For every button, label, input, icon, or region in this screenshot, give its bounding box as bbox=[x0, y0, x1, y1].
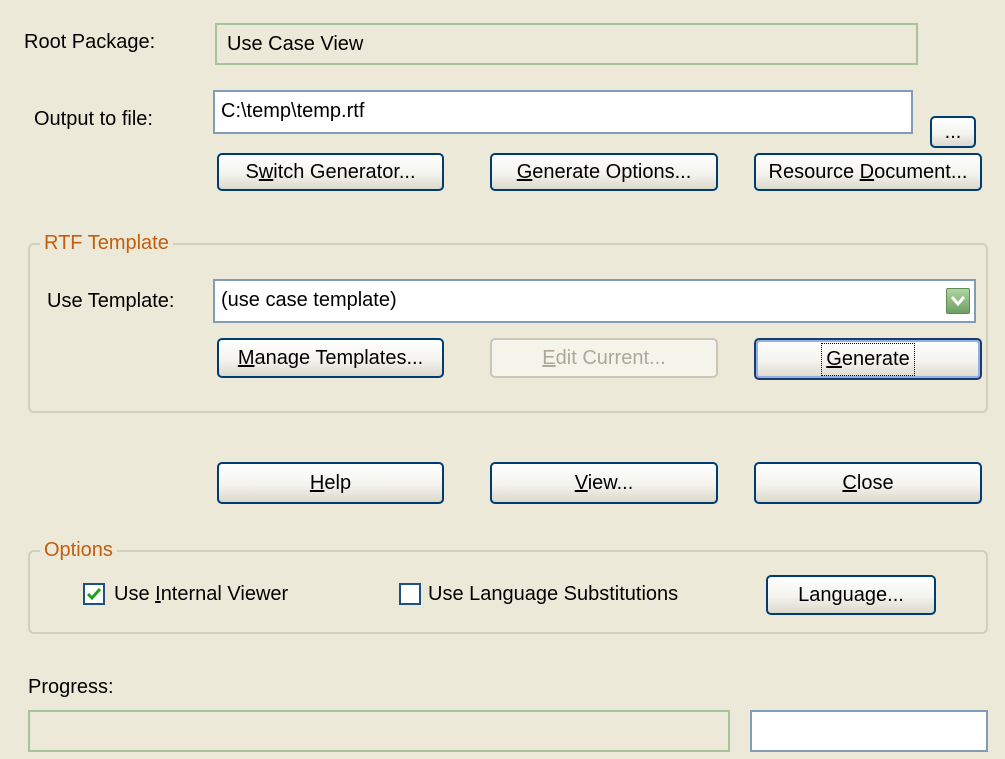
options-title: Options bbox=[40, 538, 117, 562]
close-button[interactable]: Close bbox=[754, 462, 982, 504]
internal-viewer-checkbox[interactable] bbox=[83, 583, 105, 605]
template-select-value: (use case template) bbox=[221, 289, 397, 311]
language-substitutions-label[interactable]: Use Language Substitutions bbox=[428, 582, 678, 606]
use-template-label: Use Template: bbox=[47, 290, 175, 312]
resource-document-button[interactable]: Resource Document... bbox=[754, 153, 982, 191]
progress-bar bbox=[28, 710, 730, 752]
edit-current-button[interactable]: Edit Current... bbox=[490, 338, 718, 378]
generate-button[interactable]: Generate bbox=[754, 338, 982, 380]
template-dropdown-button[interactable] bbox=[946, 288, 970, 314]
output-file-label: Output to file: bbox=[34, 108, 153, 130]
browse-button[interactable]: ... bbox=[930, 116, 976, 148]
language-button[interactable]: Language... bbox=[766, 575, 936, 615]
generate-label: Generate bbox=[821, 342, 915, 376]
browse-button-label: ... bbox=[944, 120, 962, 143]
view-label: View... bbox=[574, 471, 634, 494]
close-label: Close bbox=[842, 471, 894, 494]
rtf-template-title: RTF Template bbox=[40, 231, 173, 255]
manage-templates-button[interactable]: Manage Templates... bbox=[217, 338, 444, 378]
internal-viewer-label[interactable]: Use Internal Viewer bbox=[114, 582, 288, 606]
root-package-label: Root Package: bbox=[24, 31, 156, 53]
help-button[interactable]: Help bbox=[217, 462, 444, 504]
generate-options-button[interactable]: Generate Options... bbox=[490, 153, 718, 191]
switch-generator-label: Switch Generator... bbox=[245, 160, 416, 183]
template-select[interactable]: (use case template) bbox=[213, 279, 976, 323]
output-file-input[interactable]: C:\temp\temp.rtf bbox=[213, 90, 913, 134]
rtf-template-group bbox=[28, 243, 988, 413]
generate-options-label: Generate Options... bbox=[516, 160, 692, 183]
root-package-field: Use Case View bbox=[215, 23, 918, 65]
progress-label: Progress: bbox=[28, 676, 114, 698]
view-button[interactable]: View... bbox=[490, 462, 718, 504]
manage-templates-label: Manage Templates... bbox=[237, 346, 424, 369]
switch-generator-button[interactable]: Switch Generator... bbox=[217, 153, 444, 191]
help-label: Help bbox=[309, 471, 352, 494]
edit-current-label: Edit Current... bbox=[542, 346, 666, 369]
resource-document-label: Resource Document... bbox=[768, 160, 968, 183]
progress-status-field bbox=[750, 710, 988, 752]
language-substitutions-checkbox[interactable] bbox=[399, 583, 421, 605]
language-button-label: Language... bbox=[798, 583, 904, 606]
